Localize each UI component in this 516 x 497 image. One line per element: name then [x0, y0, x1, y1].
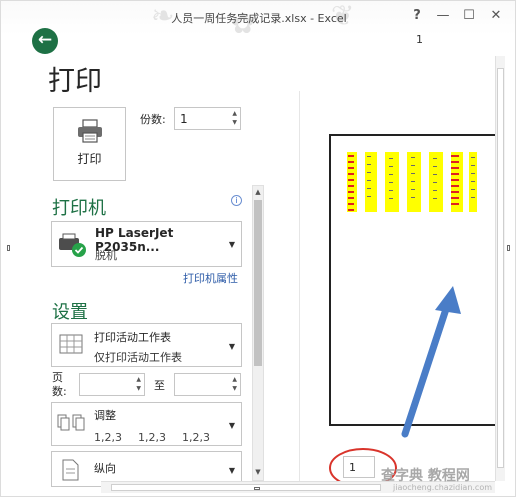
collate-dropdown[interactable]: 调整 1,2,3 1,2,3 1,2,3 ▼	[51, 402, 242, 446]
orientation-main: 纵向	[94, 462, 116, 475]
close-button[interactable]: ✕	[487, 8, 505, 23]
resize-handle[interactable]	[507, 245, 510, 251]
collate-values: 1,2,3 1,2,3 1,2,3	[94, 431, 210, 444]
spin-down-icon[interactable]: ▼	[232, 119, 237, 126]
page-to-stepper[interactable]: ▲ ▼	[174, 373, 241, 396]
collate-icon	[57, 414, 85, 431]
printer-properties-link[interactable]: 打印机属性	[183, 270, 238, 286]
chevron-down-icon: ▼	[228, 240, 235, 249]
printer-status: 脱机	[95, 249, 117, 262]
watermark-text: 查字典 教程网	[381, 468, 470, 484]
collate-value: 1,2,3	[94, 431, 122, 444]
spin-down-icon[interactable]: ▼	[232, 385, 237, 392]
account-indicator: 1	[416, 33, 423, 46]
collate-main: 调整	[94, 409, 116, 422]
chevron-down-icon: ▼	[228, 466, 235, 475]
chevron-down-icon: ▼	[228, 342, 235, 351]
scrollbar-thumb[interactable]	[254, 200, 262, 366]
collate-value: 1,2,3	[182, 431, 210, 444]
info-icon[interactable]: i	[231, 195, 242, 206]
excel-window: ❧ ✿ ❦ 人员一周任务完成记录.xlsx - Excel ? — ☐ ✕ 1 …	[0, 0, 516, 497]
scroll-down-icon[interactable]: ▼	[253, 468, 263, 476]
preview-scrollbar[interactable]	[495, 56, 505, 481]
collate-value: 1,2,3	[138, 431, 166, 444]
spin-up-icon[interactable]: ▲	[136, 376, 141, 383]
settings-scrollbar[interactable]: ▲ ▼	[252, 185, 264, 481]
pages-label: 页数:	[52, 371, 67, 398]
scrollbar-thumb[interactable]	[497, 68, 504, 468]
print-button-label: 打印	[77, 152, 102, 166]
sheet-thumbnail	[347, 152, 477, 212]
spin-up-icon[interactable]: ▲	[232, 376, 237, 383]
printer-section-title: 打印机	[52, 198, 106, 219]
resize-handle[interactable]	[254, 487, 260, 490]
printer-device-icon	[59, 233, 86, 257]
to-label: 至	[154, 379, 165, 392]
back-button[interactable]: ←	[32, 28, 58, 54]
watermark-subtext: jiaocheng.chazidian.com	[393, 483, 493, 492]
printer-dropdown[interactable]: HP LaserJet P2035n... 脱机 ▼	[51, 221, 242, 267]
copies-label: 份数:	[140, 113, 166, 126]
annotation-arrow-icon	[401, 286, 461, 438]
scroll-up-icon[interactable]: ▲	[253, 188, 263, 196]
settings-section-title: 设置	[52, 302, 88, 323]
spin-down-icon[interactable]: ▼	[136, 385, 141, 392]
print-scope-dropdown[interactable]: 打印活动工作表 仅打印活动工作表 ▼	[51, 323, 242, 367]
print-button[interactable]: 打印	[53, 107, 126, 181]
help-button[interactable]: ?	[408, 8, 426, 23]
page-title: 打印	[48, 66, 102, 97]
resize-handle[interactable]	[7, 245, 10, 251]
printer-icon	[78, 119, 102, 143]
print-scope-sub: 仅打印活动工作表	[94, 351, 182, 364]
title-bar: ❧ ✿ ❦ 人员一周任务完成记录.xlsx - Excel ? — ☐ ✕	[1, 1, 515, 40]
panel-divider	[299, 91, 300, 486]
copies-value: 1	[180, 112, 188, 126]
back-arrow-icon: ←	[37, 30, 53, 50]
page-from-stepper[interactable]: ▲ ▼	[79, 373, 145, 396]
print-scope-main: 打印活动工作表	[94, 331, 171, 344]
worksheet-icon	[59, 334, 83, 354]
portrait-page-icon	[62, 459, 79, 481]
minimize-button[interactable]: —	[434, 8, 452, 23]
maximize-button[interactable]: ☐	[460, 8, 478, 23]
scrollbar-thumb[interactable]	[111, 484, 381, 491]
spin-up-icon[interactable]: ▲	[232, 110, 237, 117]
chevron-down-icon: ▼	[228, 421, 235, 430]
copies-stepper[interactable]: 1 ▲ ▼	[174, 107, 241, 130]
